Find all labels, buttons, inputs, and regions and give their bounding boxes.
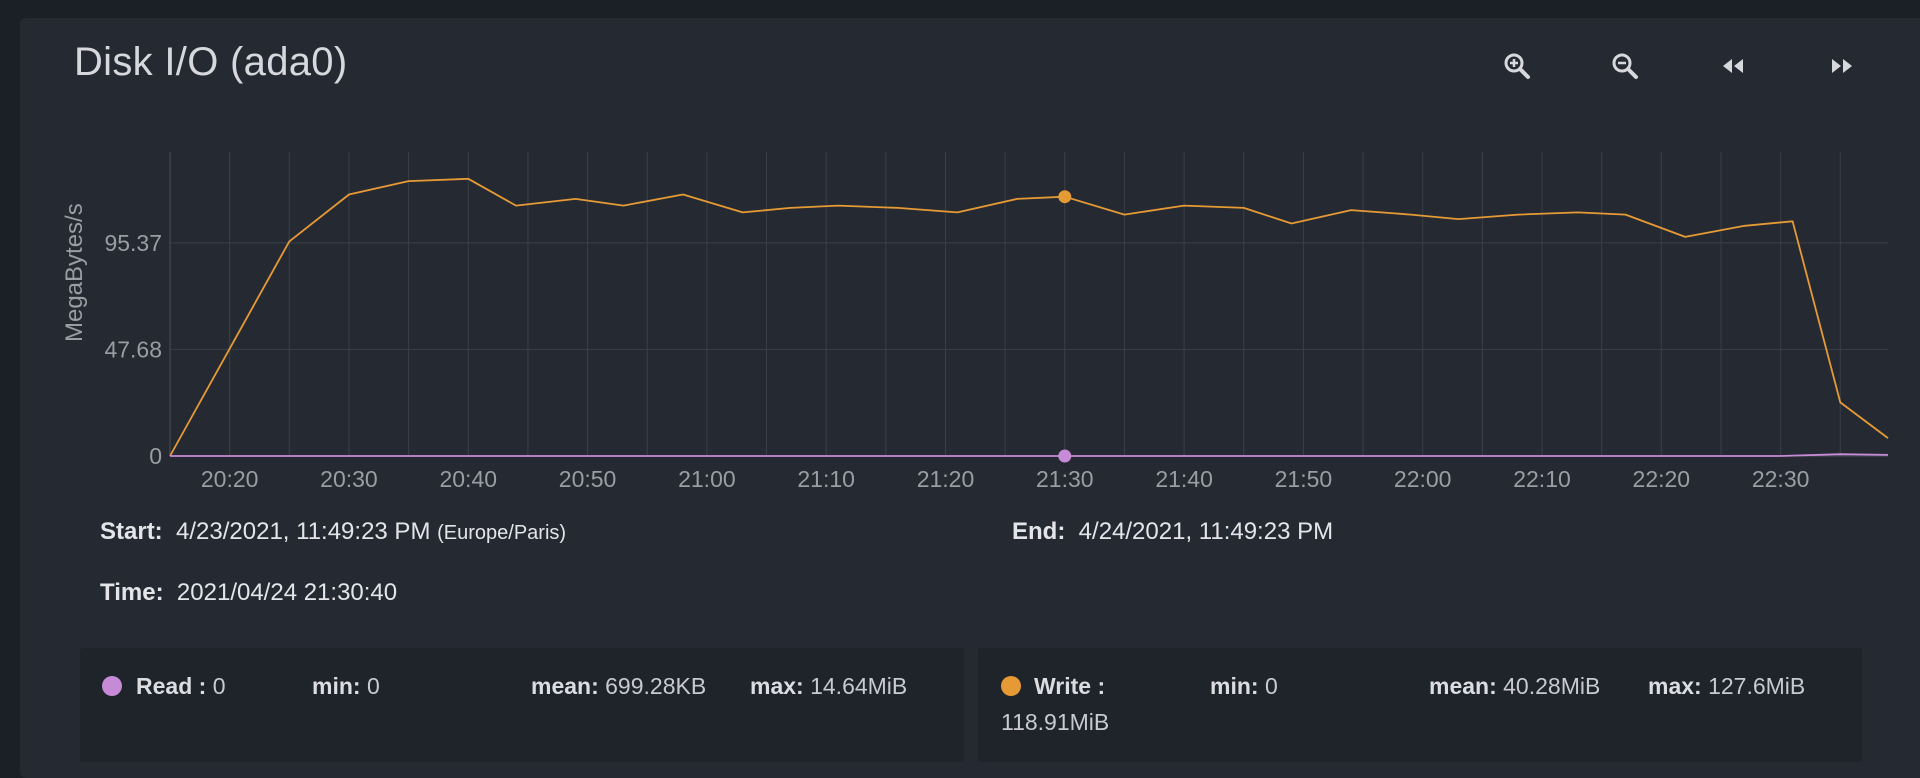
x-tick-label: 21:50 [1275, 466, 1333, 492]
write-value: 118.91MiB [1001, 709, 1110, 735]
y-tick-label: 95.37 [104, 230, 162, 256]
time-label: Time: [100, 579, 164, 606]
end-value: 4/24/2021, 11:49:23 PM [1078, 518, 1334, 545]
read-max-label: max: [750, 673, 804, 699]
read-min-label: min: [312, 673, 361, 699]
x-tick-label: 20:50 [559, 466, 617, 492]
read-legend: Read : 0 min: 0 mean: 699.28KB max: 14.6… [80, 648, 964, 762]
x-tick-label: 21:40 [1155, 466, 1213, 492]
read-mean-label: mean: [531, 673, 599, 699]
write-max-value: 127.6MiB [1708, 673, 1806, 699]
time-info: Time: 2021/04/24 21:30:40 [100, 579, 397, 607]
x-tick-label: 22:30 [1752, 466, 1810, 492]
write-max: max: 127.6MiB [1648, 673, 1805, 700]
series-line-read [170, 453, 1889, 457]
read-legend-dot [102, 676, 122, 696]
read-min-value: 0 [366, 673, 380, 699]
cursor-point-read [1058, 449, 1072, 463]
y-tick-label: 0 [149, 443, 162, 469]
write-legend: Write : 118.91MiB min: 0 mean: 40.28MiB … [978, 648, 1862, 762]
x-tick-label: 22:20 [1633, 466, 1691, 492]
x-tick-label: 20:20 [201, 466, 259, 492]
y-tick-label: 47.68 [104, 336, 162, 362]
chart-series [169, 177, 1889, 463]
disk-io-chart[interactable]: 0 47.68 95.37 20:20 20:30 20:40 20:50 21:00 21:1… [0, 0, 1920, 500]
write-min-label: min: [1210, 673, 1259, 699]
start-timezone: (Europe/Paris) [437, 522, 567, 544]
x-tick-label: 20:40 [439, 466, 497, 492]
x-tick-label: 22:00 [1394, 466, 1452, 492]
write-label: Write : [1034, 673, 1106, 699]
x-tick-label: 22:10 [1513, 466, 1571, 492]
read-value: 0 [212, 673, 226, 699]
read-max: max: 14.64MiB [750, 673, 907, 700]
x-tick-label: 21:30 [1036, 466, 1094, 492]
read-current: Read : 0 [136, 673, 225, 700]
read-max-value: 14.64MiB [810, 673, 908, 699]
x-tick-label: 21:00 [678, 466, 736, 492]
read-label: Read : [136, 673, 207, 699]
read-mean-value: 699.28KB [605, 673, 707, 699]
read-min: min: 0 [312, 673, 380, 700]
write-min: min: 0 [1210, 673, 1278, 700]
write-min-value: 0 [1264, 673, 1278, 699]
cursor-point-write [1058, 190, 1072, 204]
series-line-write [169, 177, 1889, 457]
start-info: Start: 4/23/2021, 11:49:23 PM (Europe/Pa… [100, 518, 566, 546]
x-tick-label: 21:10 [797, 466, 855, 492]
end-info: End: 4/24/2021, 11:49:23 PM [1012, 518, 1333, 546]
write-max-label: max: [1648, 673, 1702, 699]
write-current: Write : [1034, 673, 1105, 700]
read-mean: mean: 699.28KB [531, 673, 706, 700]
start-label: Start: [100, 518, 163, 545]
write-mean-label: mean: [1429, 673, 1497, 699]
write-mean-value: 40.28MiB [1503, 673, 1601, 699]
write-mean: mean: 40.28MiB [1429, 673, 1600, 700]
x-tick-label: 20:30 [320, 466, 378, 492]
x-tick-label: 21:20 [917, 466, 975, 492]
write-legend-dot [1001, 676, 1021, 696]
start-value: 4/23/2021, 11:49:23 PM [176, 518, 431, 545]
time-value: 2021/04/24 21:30:40 [176, 579, 398, 606]
end-label: End: [1012, 518, 1066, 545]
chart-labels: 0 47.68 95.37 20:20 20:30 20:40 20:50 21:00 21:1… [104, 230, 1809, 492]
y-axis-label: MegaBytes/s [61, 203, 88, 342]
